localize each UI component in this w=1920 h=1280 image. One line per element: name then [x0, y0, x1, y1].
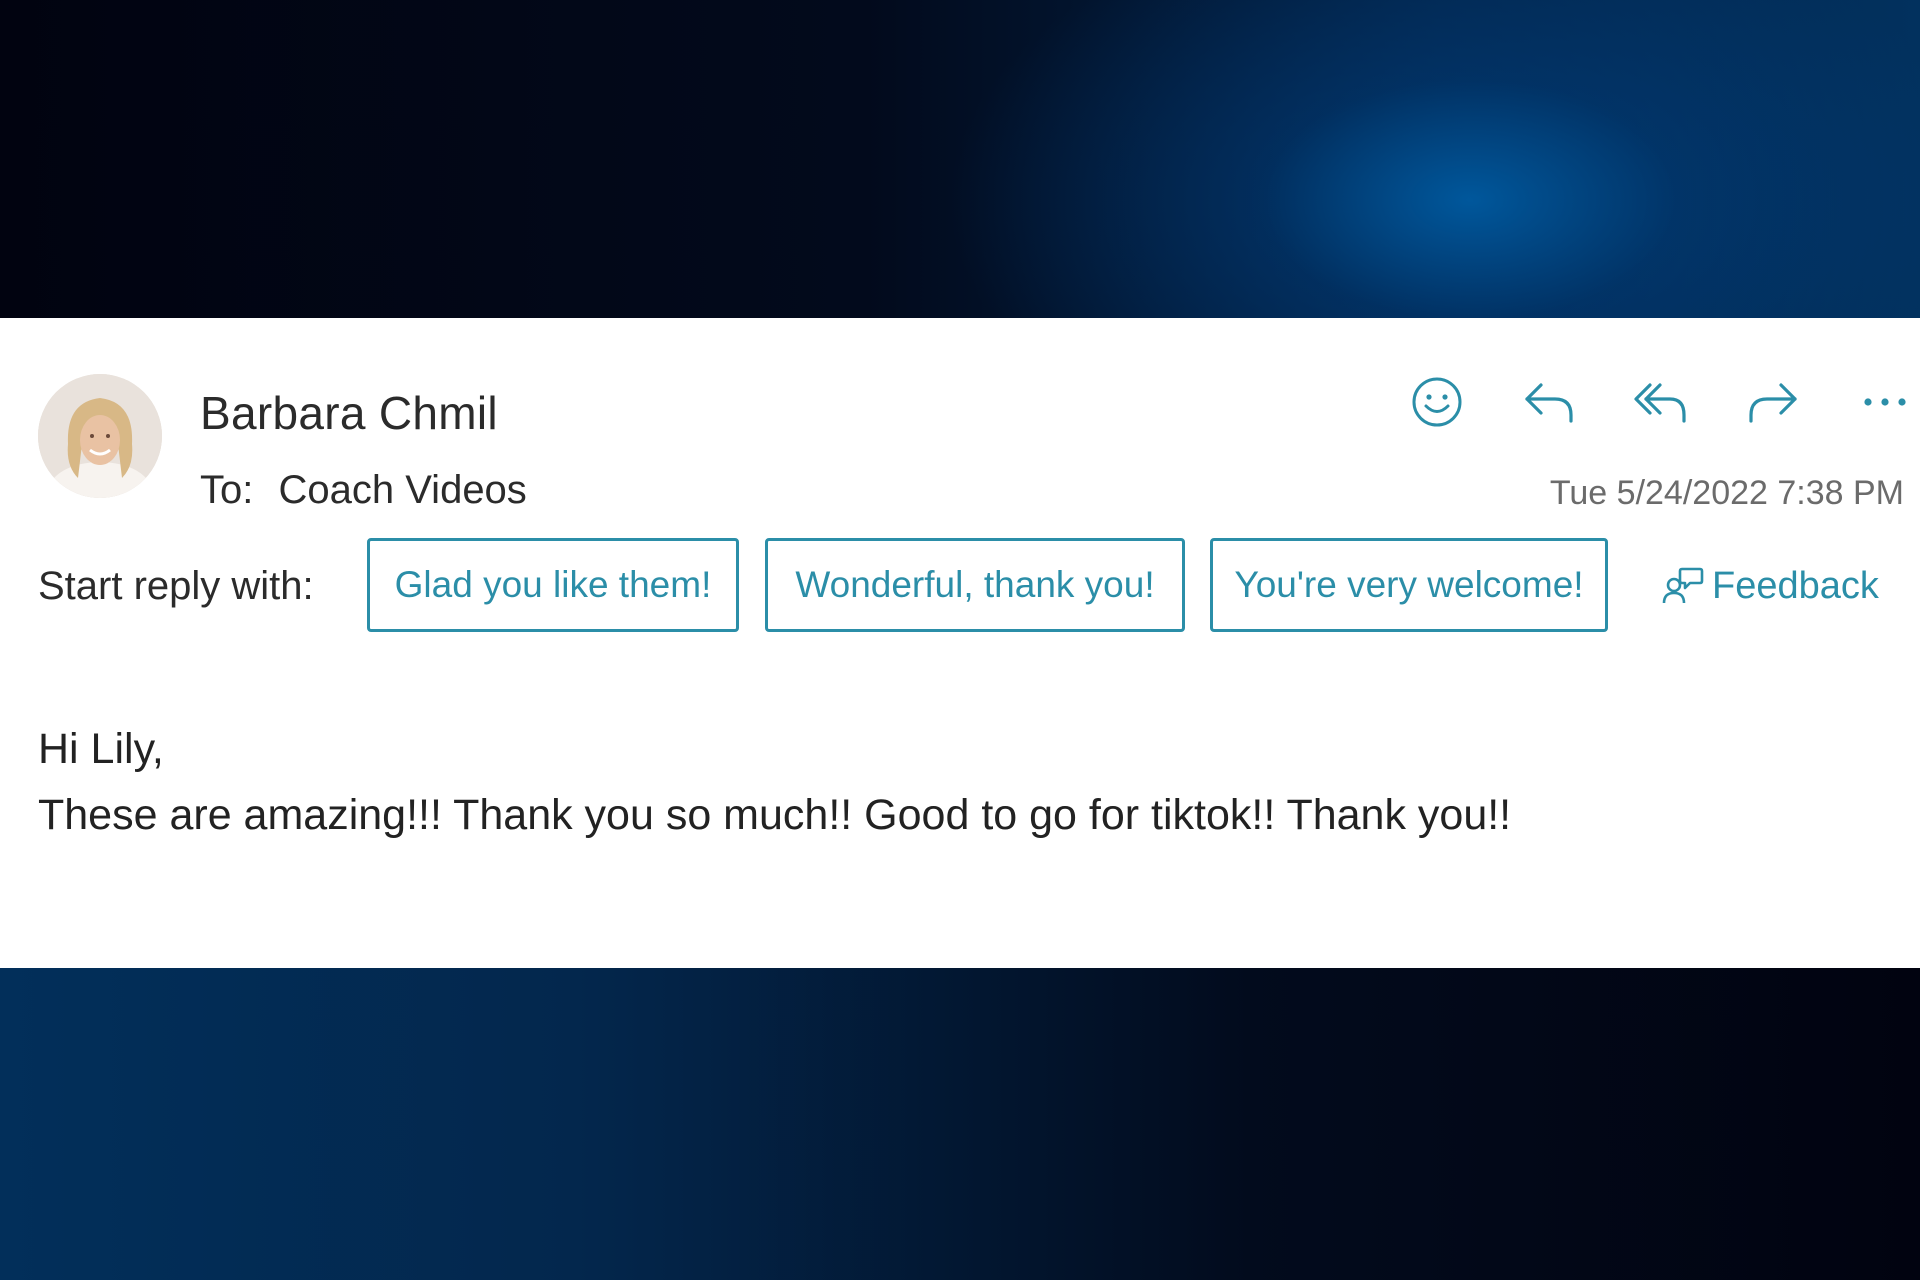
message-timestamp: Tue 5/24/2022 7:38 PM: [1549, 474, 1904, 512]
react-button[interactable]: [1403, 368, 1471, 436]
to-label: To:: [200, 468, 254, 512]
sender-avatar[interactable]: [38, 374, 162, 498]
feedback-icon: [1662, 567, 1704, 604]
sender-name[interactable]: Barbara Chmil: [200, 386, 498, 440]
more-options-icon: [1864, 398, 1906, 406]
reply-all-button[interactable]: [1627, 368, 1695, 436]
recipient-line: To: Coach Videos: [200, 468, 527, 513]
avatar-photo: [38, 374, 162, 498]
feedback-label: Feedback: [1712, 564, 1879, 607]
reply-button[interactable]: [1515, 368, 1583, 436]
suggested-reply-1[interactable]: Glad you like them!: [367, 538, 739, 632]
recipient-name[interactable]: Coach Videos: [278, 468, 526, 512]
message-body: Hi Lily, These are amazing!!! Thank you …: [38, 716, 1511, 848]
body-greeting: Hi Lily,: [38, 725, 164, 773]
forward-icon: [1749, 383, 1797, 423]
reply-all-icon: [1634, 383, 1686, 423]
background-top: [0, 0, 1920, 318]
message-actions-toolbar: [1390, 368, 1910, 438]
suggested-reply-3[interactable]: You're very welcome!: [1210, 538, 1608, 632]
emoji-icon: [1412, 377, 1462, 427]
suggested-replies-label: Start reply with:: [38, 564, 314, 608]
feedback-link[interactable]: Feedback: [1662, 558, 1879, 614]
reply-icon: [1525, 383, 1573, 423]
forward-button[interactable]: [1739, 368, 1807, 436]
background-bottom: [0, 968, 1920, 1280]
suggested-reply-2[interactable]: Wonderful, thank you!: [765, 538, 1185, 632]
body-line: These are amazing!!! Thank you so much!!…: [38, 791, 1512, 839]
email-reading-pane: Barbara Chmil To: Coach Videos Tue 5/24/…: [0, 318, 1920, 968]
more-options-button[interactable]: [1851, 368, 1919, 436]
